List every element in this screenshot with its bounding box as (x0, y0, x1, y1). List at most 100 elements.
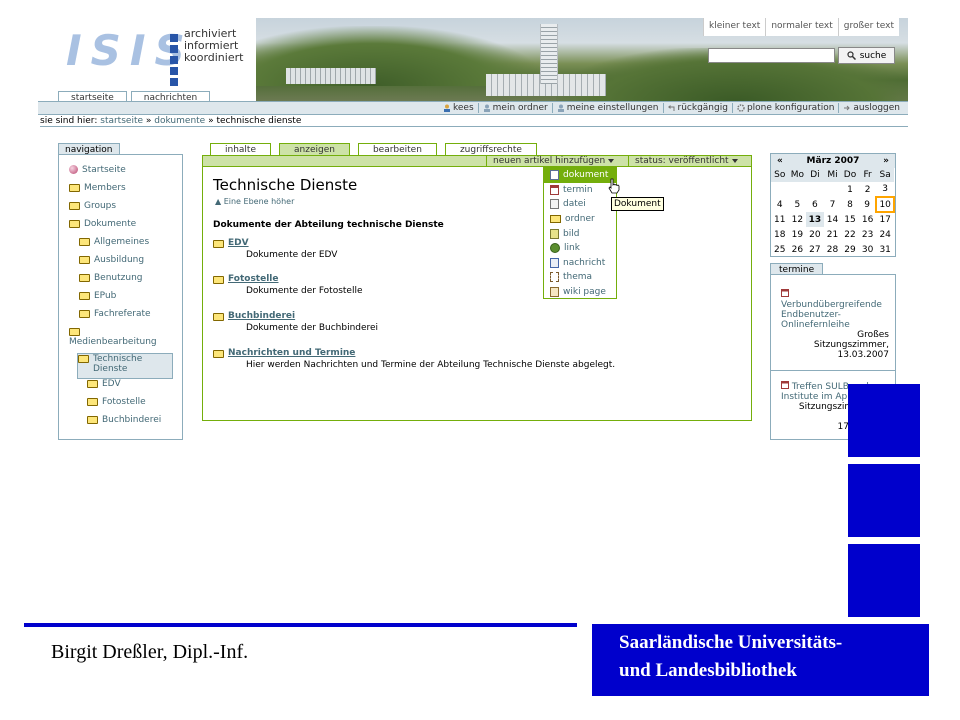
page-title: Technische Dienste (213, 176, 358, 194)
add-menu-item[interactable]: wiki page (544, 285, 616, 300)
nav-item[interactable]: Buchbinderei (87, 415, 182, 433)
nav-item[interactable]: Fotostelle (87, 397, 182, 415)
nav-item[interactable]: Fachreferate (79, 309, 182, 327)
weekday-label: Mi (823, 168, 842, 182)
folder-icon (213, 239, 224, 248)
institution-line-2: und Landesbibliothek (619, 660, 797, 681)
nav-item[interactable]: EDV (87, 379, 182, 397)
calendar-day[interactable]: 4 (771, 197, 789, 212)
nav-item[interactable]: Ausbildung (79, 255, 182, 273)
calendar-day[interactable]: 1 (841, 182, 859, 197)
nav-item[interactable]: Allgemeines (79, 237, 182, 255)
news-icon (550, 257, 559, 268)
calendar-day[interactable]: 7 (824, 197, 842, 212)
calendar-day[interactable]: 20 (806, 227, 824, 242)
folder-entry-link[interactable]: Nachrichten und Termine (213, 348, 615, 358)
plone-setup-link[interactable]: plone konfiguration (731, 103, 838, 113)
calendar-day[interactable]: 25 (771, 242, 789, 257)
nav-item[interactable]: Dokumente (69, 219, 182, 237)
nav-item-label: Startseite (82, 165, 126, 175)
add-menu-item[interactable]: bild (544, 226, 616, 241)
calendar-day[interactable]: 29 (841, 242, 859, 257)
calendar-day[interactable]: 11 (771, 212, 789, 227)
nav-item-label: Dokumente (84, 219, 137, 229)
folder-icon (87, 398, 98, 406)
add-menu-item[interactable]: termin (544, 183, 616, 198)
add-menu-item[interactable]: ordner (544, 212, 616, 227)
logout-link[interactable]: ausloggen (838, 103, 904, 113)
nav-item[interactable]: EPub (79, 291, 182, 309)
calendar-day[interactable]: 16 (859, 212, 877, 227)
my-folder-link[interactable]: mein ordner (477, 103, 552, 113)
folder-icon (69, 220, 80, 228)
nav-item[interactable]: Startseite (69, 165, 182, 183)
calendar-day[interactable]: 9 (859, 197, 877, 212)
nav-item-label: Technische Dienste (93, 354, 143, 374)
nav-item[interactable]: Members (69, 183, 182, 201)
nav-item-label: Fotostelle (102, 397, 146, 407)
add-item-menu[interactable]: neuen artikel hinzufügen (486, 156, 620, 166)
add-menu-item[interactable]: link (544, 241, 616, 256)
calendar-day[interactable]: 6 (806, 197, 824, 212)
nav-item-label: Buchbinderei (102, 415, 162, 425)
folder-entry: Buchbinderei Dokumente der Buchbinderei (213, 311, 378, 333)
calendar-day[interactable]: 30 (859, 242, 877, 257)
footer-rule (24, 623, 577, 627)
calendar-next-button[interactable]: » (883, 156, 889, 166)
calendar-day[interactable]: 19 (789, 227, 807, 242)
calendar-day[interactable]: 10 (875, 196, 895, 213)
calendar-day[interactable]: 5 (789, 197, 807, 212)
normal-text-link[interactable]: normaler text (765, 18, 838, 36)
calendar-day[interactable]: 15 (841, 212, 859, 227)
calendar-day[interactable]: 13 (806, 212, 824, 227)
folder-entry-link[interactable]: Fotostelle (213, 274, 363, 284)
add-menu-item[interactable]: nachricht (544, 256, 616, 271)
folder-entry-link[interactable]: EDV (213, 238, 337, 248)
calendar-day[interactable]: 31 (876, 242, 894, 257)
calendar-day[interactable]: 21 (824, 227, 842, 242)
breadcrumb-startseite[interactable]: startseite (100, 116, 143, 126)
folder-icon (79, 292, 90, 300)
small-text-link[interactable]: kleiner text (703, 18, 766, 36)
isis-logo[interactable]: ISIS archiviert informiert koordiniert (38, 18, 256, 101)
calendar-day[interactable]: 17 (876, 212, 894, 227)
add-menu-item[interactable]: dokument (544, 168, 616, 183)
status-menu[interactable]: status: veröffentlicht (628, 156, 744, 166)
calendar-day[interactable]: 3 (876, 182, 894, 197)
calendar-day[interactable]: 27 (806, 242, 824, 257)
weekday-label: So (771, 168, 789, 182)
calendar-day[interactable]: 24 (876, 227, 894, 242)
search-button[interactable]: suche (838, 47, 895, 64)
calendar-day[interactable]: 14 (824, 212, 842, 227)
nav-item[interactable]: Benutzung (79, 273, 182, 291)
nav-item[interactable]: Technische Dienste (77, 353, 173, 379)
calendar-day[interactable]: 22 (841, 227, 859, 242)
calendar-day[interactable]: 18 (771, 227, 789, 242)
calendar-day[interactable]: 28 (824, 242, 842, 257)
breadcrumb-dokumente[interactable]: dokumente (154, 116, 205, 126)
decor-square (848, 384, 920, 457)
folder-entry-link[interactable]: Buchbinderei (213, 311, 378, 321)
calendar-prev-button[interactable]: « (777, 156, 783, 166)
search-icon (847, 51, 856, 60)
calendar-day[interactable]: 12 (789, 212, 807, 227)
folder-icon (79, 238, 90, 246)
add-menu-item[interactable]: datei (544, 197, 616, 212)
preferences-link[interactable]: meine einstellungen (551, 103, 663, 113)
large-text-link[interactable]: großer text (837, 18, 899, 36)
nav-item[interactable]: Medienbearbeitung (69, 327, 182, 353)
calendar-day[interactable]: 2 (859, 182, 877, 197)
add-menu-item[interactable]: thema (544, 270, 616, 285)
calendar-day[interactable]: 26 (789, 242, 807, 257)
calendar-day[interactable]: 23 (859, 227, 877, 242)
undo-link[interactable]: rückgängig (662, 103, 732, 113)
nav-item-label: Groups (84, 201, 117, 211)
calendar-day[interactable]: 8 (841, 197, 859, 212)
nav-item-label: Benutzung (94, 273, 143, 283)
event-item[interactable]: Verbundübergreifende Endbenutzer-Onlinef… (781, 289, 889, 360)
search-input[interactable] (708, 48, 835, 63)
up-one-level-link[interactable]: ▲ Eine Ebene höher (215, 197, 294, 206)
nav-item[interactable]: Groups (69, 201, 182, 219)
folder-entry-description: Dokumente der Buchbinderei (246, 323, 379, 333)
user-link[interactable]: kees (439, 103, 478, 113)
